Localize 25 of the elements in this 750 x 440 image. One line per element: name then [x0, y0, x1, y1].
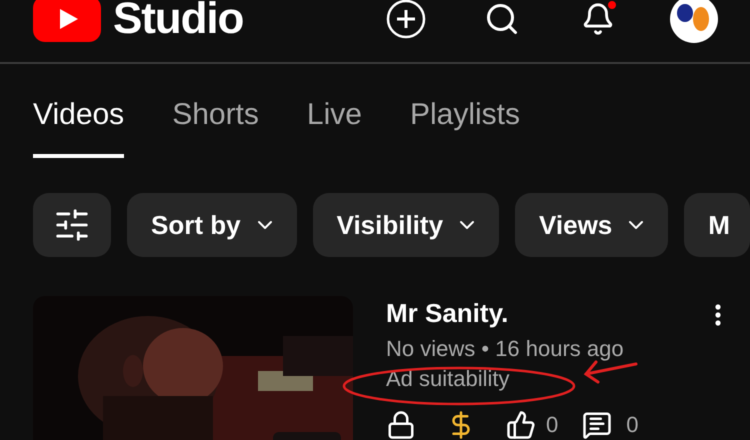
filter-chip[interactable]: Views — [515, 193, 668, 257]
lock-icon — [386, 410, 416, 440]
create-button[interactable] — [384, 0, 428, 41]
thumbs-up-icon — [506, 410, 536, 440]
more-icon — [715, 304, 721, 326]
filter-button[interactable] — [33, 193, 111, 257]
tab[interactable]: Shorts — [172, 100, 259, 158]
comment-count: 0 — [626, 411, 638, 439]
filter-chip[interactable]: M — [684, 193, 750, 257]
tab[interactable]: Playlists — [410, 100, 520, 158]
tab[interactable]: Videos — [33, 100, 124, 158]
video-title[interactable]: Mr Sanity. — [386, 296, 708, 330]
tab[interactable]: Live — [306, 100, 362, 158]
filter-chip[interactable]: Visibility — [312, 193, 500, 257]
filter-chip[interactable]: Sort by — [127, 193, 297, 257]
comment-icon — [582, 410, 612, 440]
bell-icon — [581, 2, 615, 36]
ad-suitability-link[interactable]: Ad suitability — [386, 364, 510, 394]
like-count: 0 — [546, 411, 558, 439]
search-icon — [484, 1, 520, 37]
logo-icon — [33, 0, 101, 42]
avatar-icon[interactable] — [670, 0, 718, 43]
video-meta: No views • 16 hours ago — [386, 335, 625, 363]
logo-text: Studio — [113, 0, 244, 41]
plus-icon — [386, 0, 426, 39]
